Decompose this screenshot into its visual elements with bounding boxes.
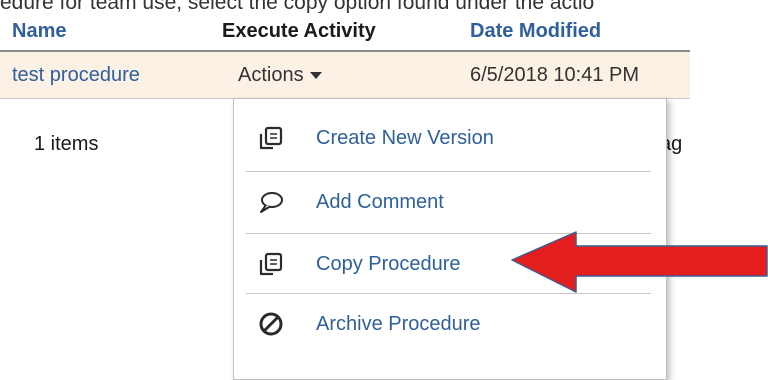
procedure-name-link[interactable]: test procedure [12, 52, 140, 98]
column-header-execute-activity: Execute Activity [222, 20, 376, 42]
item-count: 1 items [34, 133, 99, 155]
menu-item-label: Create New Version [316, 127, 494, 149]
actions-dropdown[interactable]: Actions [238, 52, 322, 98]
column-header-name[interactable]: Name [12, 14, 66, 48]
copy-icon [259, 126, 283, 150]
date-modified-value: 6/5/2018 10:41 PM [470, 64, 640, 86]
menu-item-create-new-version[interactable]: Create New Version [246, 109, 651, 167]
menu-item-label: Archive Procedure [316, 313, 481, 335]
red-arrow-annotation [511, 231, 768, 293]
comment-icon [260, 192, 283, 213]
menu-item-label: Add Comment [316, 191, 444, 213]
column-header-date-modified[interactable]: Date Modified [470, 14, 601, 48]
copy-icon [259, 252, 283, 276]
menu-item-add-comment[interactable]: Add Comment [246, 173, 651, 231]
table-row: test procedure Actions 6/5/2018 10:41 PM [0, 52, 690, 99]
menu-item-archive-procedure[interactable]: Archive Procedure [246, 295, 651, 353]
menu-divider [246, 171, 651, 172]
actions-label: Actions [238, 64, 304, 86]
ban-icon [259, 312, 283, 336]
caret-down-icon [309, 72, 322, 80]
menu-item-label: Copy Procedure [316, 253, 461, 275]
